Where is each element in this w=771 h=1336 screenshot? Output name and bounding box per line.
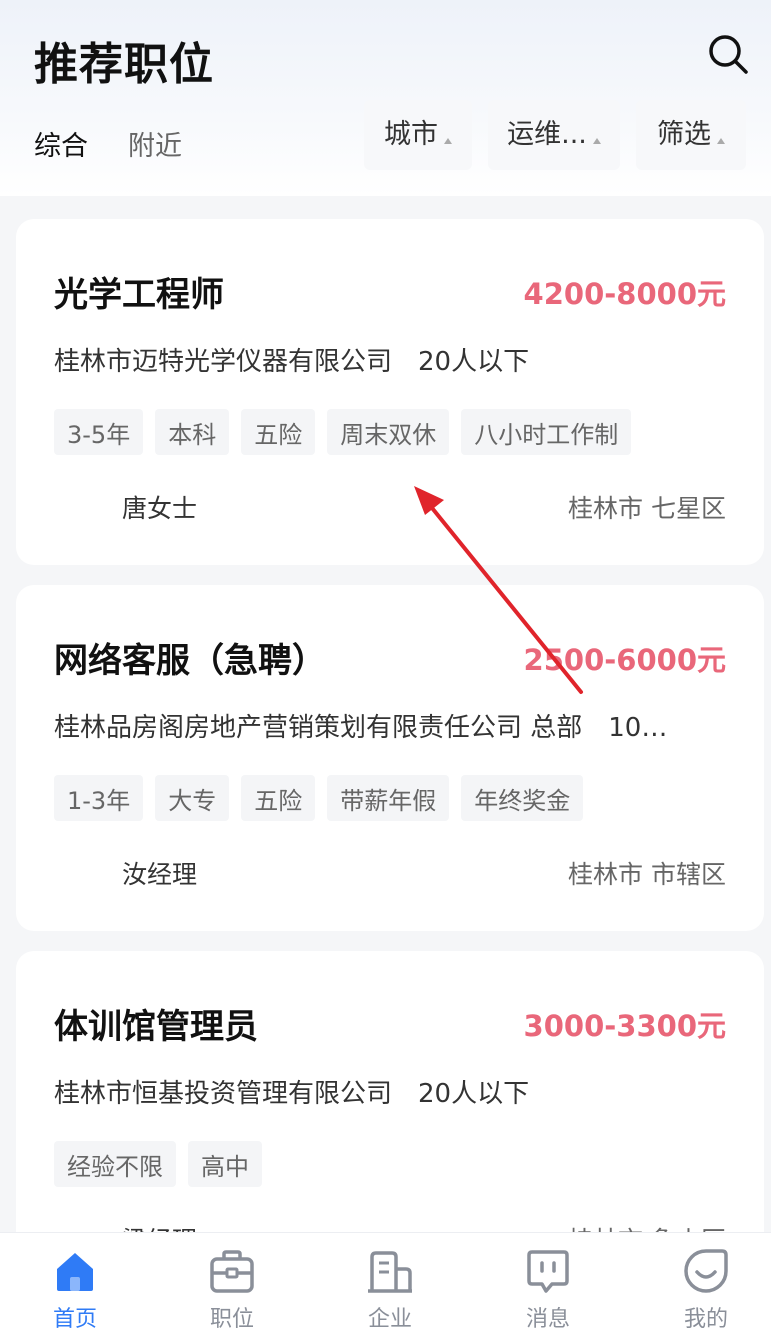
job-salary: 3000-3300元 bbox=[523, 1009, 726, 1043]
job-tag: 本科 bbox=[155, 409, 230, 455]
job-tag: 高中 bbox=[188, 1141, 262, 1187]
profile-icon bbox=[684, 1249, 728, 1293]
job-tag: 五险 bbox=[241, 775, 316, 821]
caret-icon bbox=[444, 138, 452, 144]
tab-label: 消息 bbox=[525, 1307, 570, 1332]
job-tag: 1-3年 bbox=[54, 775, 144, 821]
tab-profile[interactable]: 我的 bbox=[656, 1247, 756, 1336]
briefcase-icon bbox=[210, 1250, 254, 1293]
company-size: 20人以下 bbox=[418, 347, 530, 377]
company-line: 桂林品房阁房地产营销策划有限责任公司 总部 10… bbox=[54, 707, 667, 744]
filter-dropdown[interactable]: 筛选 bbox=[636, 100, 746, 170]
job-salary: 2500-6000元 bbox=[523, 643, 726, 677]
job-tag: 年终奖金 bbox=[461, 775, 584, 821]
company-line: 桂林市迈特光学仪器有限公司 20人以下 bbox=[54, 341, 529, 378]
job-tags: 1-3年 大专 五险 带薪年假 年终奖金 bbox=[54, 775, 584, 821]
contact-name: 唐女士 bbox=[122, 494, 198, 523]
tab-messages[interactable]: 消息 bbox=[498, 1247, 598, 1336]
city-filter-dropdown[interactable]: 城市 bbox=[364, 100, 472, 170]
job-title: 体训馆管理员 bbox=[54, 1007, 258, 1047]
search-icon[interactable] bbox=[706, 32, 750, 76]
job-title: 光学工程师 bbox=[54, 275, 224, 315]
job-tag: 八小时工作制 bbox=[461, 409, 632, 455]
job-tag: 五险 bbox=[241, 409, 316, 455]
building-icon bbox=[368, 1251, 412, 1293]
company-size: 10… bbox=[608, 713, 668, 743]
tab-home[interactable]: 首页 bbox=[25, 1247, 125, 1336]
header: 推荐职位 综合 附近 城市 运维... 筛选 bbox=[0, 0, 771, 196]
job-tag: 带薪年假 bbox=[327, 775, 450, 821]
company-line: 桂林市恒基投资管理有限公司 20人以下 bbox=[54, 1073, 529, 1110]
city-filter-label: 城市 bbox=[384, 119, 438, 150]
caret-icon bbox=[592, 138, 601, 144]
tab-jobs[interactable]: 职位 bbox=[182, 1247, 282, 1336]
job-tag: 大专 bbox=[155, 775, 230, 821]
tab-label: 首页 bbox=[52, 1307, 97, 1332]
job-location: 桂林市 市辖区 bbox=[568, 860, 726, 889]
job-tags: 经验不限 高中 bbox=[54, 1141, 262, 1187]
message-icon bbox=[527, 1250, 569, 1293]
bottom-tab-bar: 首页 职位 企业 消息 我的 bbox=[0, 1232, 771, 1336]
category-filter-label: 运维... bbox=[507, 119, 587, 150]
category-filter-dropdown[interactable]: 运维... bbox=[488, 100, 620, 170]
home-icon bbox=[57, 1253, 93, 1291]
tab-nearby[interactable]: 附近 bbox=[128, 124, 182, 163]
company-name: 桂林品房阁房地产营销策划有限责任公司 总部 bbox=[54, 713, 583, 743]
filter-label: 筛选 bbox=[657, 119, 711, 150]
company-size: 20人以下 bbox=[418, 1079, 530, 1109]
job-tag: 经验不限 bbox=[54, 1141, 176, 1187]
job-card[interactable]: 网络客服（急聘） 2500-6000元 桂林品房阁房地产营销策划有限责任公司 总… bbox=[16, 585, 764, 931]
tab-comprehensive[interactable]: 综合 bbox=[34, 124, 88, 163]
job-tags: 3-5年 本科 五险 周末双休 八小时工作制 bbox=[54, 409, 632, 455]
tab-companies[interactable]: 企业 bbox=[340, 1247, 440, 1336]
company-name: 桂林市恒基投资管理有限公司 bbox=[54, 1079, 393, 1109]
tab-label: 职位 bbox=[209, 1307, 254, 1332]
contact-name: 汝经理 bbox=[122, 860, 198, 889]
job-tag: 3-5年 bbox=[54, 409, 144, 455]
job-card[interactable]: 光学工程师 4200-8000元 桂林市迈特光学仪器有限公司 20人以下 3-5年… bbox=[16, 219, 764, 565]
job-salary: 4200-8000元 bbox=[523, 277, 726, 311]
caret-icon bbox=[717, 138, 725, 144]
job-title: 网络客服（急聘） bbox=[54, 641, 326, 681]
company-name: 桂林市迈特光学仪器有限公司 bbox=[54, 347, 393, 377]
job-tag: 周末双休 bbox=[327, 409, 450, 455]
page-title: 推荐职位 bbox=[34, 39, 214, 90]
tab-label: 企业 bbox=[367, 1307, 412, 1332]
job-location: 桂林市 七星区 bbox=[568, 494, 726, 523]
tab-label: 我的 bbox=[683, 1307, 728, 1332]
